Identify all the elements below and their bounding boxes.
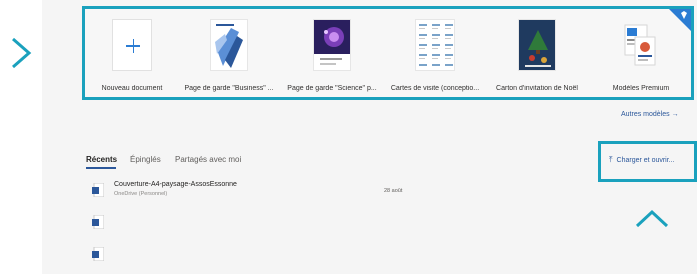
left-strip	[0, 0, 42, 274]
template-new-document[interactable]: Nouveau document	[91, 19, 173, 97]
template-label: Page de garde "Science" p...	[287, 85, 377, 92]
templates-gallery: Nouveau document Page de garde "Business…	[82, 6, 694, 100]
word-file-icon	[92, 247, 104, 261]
template-label: Cartes de visite (conceptio...	[390, 85, 480, 92]
template-thumbnail	[313, 19, 351, 71]
file-date: 28 août	[384, 188, 403, 194]
template-science-cover[interactable]: Page de garde "Science" p...	[283, 19, 381, 97]
template-label: Nouveau document	[101, 85, 163, 92]
word-file-icon	[92, 215, 104, 229]
template-thumbnail	[415, 19, 455, 71]
template-business-cover[interactable]: Page de garde "Business" ...	[181, 19, 277, 97]
upload-icon: ⤒	[609, 155, 613, 164]
tab-pinned[interactable]: Épinglés	[130, 155, 161, 164]
file-name: Couverture-A4-paysage-AssosEssonne	[114, 181, 237, 188]
list-item[interactable]	[92, 213, 392, 235]
tab-shared[interactable]: Partagés avec moi	[175, 155, 241, 164]
word-file-icon	[92, 183, 104, 197]
template-label: Carton d'invitation de Noël	[496, 85, 578, 92]
chevron-right-icon[interactable]	[10, 36, 32, 70]
active-tab-indicator	[86, 167, 116, 169]
template-thumbnail	[210, 19, 248, 71]
tab-recent[interactable]: Récents	[86, 155, 117, 164]
chevron-up-icon[interactable]	[634, 209, 670, 229]
template-business-cards[interactable]: Cartes de visite (conceptio...	[385, 19, 485, 97]
upload-label: Charger et ouvrir...	[616, 157, 675, 164]
upload-highlight: ⤒ Charger et ouvrir...	[598, 141, 697, 182]
template-thumbnail	[518, 19, 556, 71]
template-christmas-invitation[interactable]: Carton d'invitation de Noël	[489, 19, 585, 97]
template-thumbnail	[621, 19, 661, 71]
file-location: OneDrive (Personnel)	[114, 191, 168, 197]
template-label: Page de garde "Business" ...	[184, 85, 274, 92]
template-premium[interactable]: Modèles Premium	[591, 19, 691, 97]
more-templates-link[interactable]: Autres modèles →	[621, 111, 679, 118]
template-label: Modèles Premium	[612, 85, 670, 92]
list-item[interactable]: Couverture-A4-paysage-AssosEssonne OneDr…	[92, 181, 392, 203]
new-document-thumbnail	[112, 19, 152, 71]
upload-open-button[interactable]: ⤒ Charger et ouvrir...	[609, 155, 675, 165]
list-item[interactable]	[92, 245, 392, 267]
